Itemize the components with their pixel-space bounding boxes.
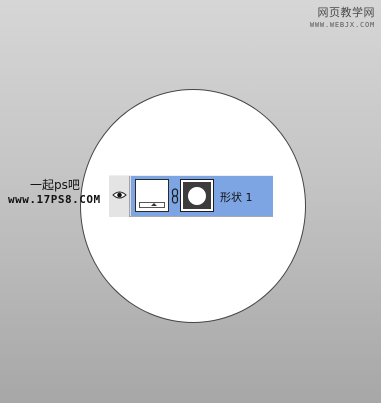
layer-selected-area[interactable]: 形状 1 (131, 176, 273, 216)
mask-circle-shape (188, 186, 206, 205)
watermark-left: 一起ps吧 www.17PS8.COM (8, 176, 101, 206)
eye-icon[interactable] (112, 190, 127, 200)
layer-row[interactable]: 形状 1 (109, 175, 273, 217)
vector-mask-thumbnail[interactable] (180, 179, 214, 212)
watermark-site-text: www.17PS8.COM (8, 193, 101, 206)
watermark-chinese-text: 一起ps吧 (30, 178, 80, 192)
layer-visibility-toggle[interactable] (109, 176, 130, 217)
layer-name-label[interactable]: 形状 1 (220, 189, 253, 205)
chain-link-icon[interactable] (171, 188, 179, 204)
thumbnail-shape-icon (139, 202, 165, 208)
watermark-site-url: WWW.WEBJX.COM (309, 21, 375, 29)
watermark-site-title: 网页教学网 (317, 6, 375, 19)
watermark-top-right: 网页教学网 WWW.WEBJX.COM (310, 4, 375, 29)
layer-content-thumbnail[interactable] (135, 179, 169, 212)
